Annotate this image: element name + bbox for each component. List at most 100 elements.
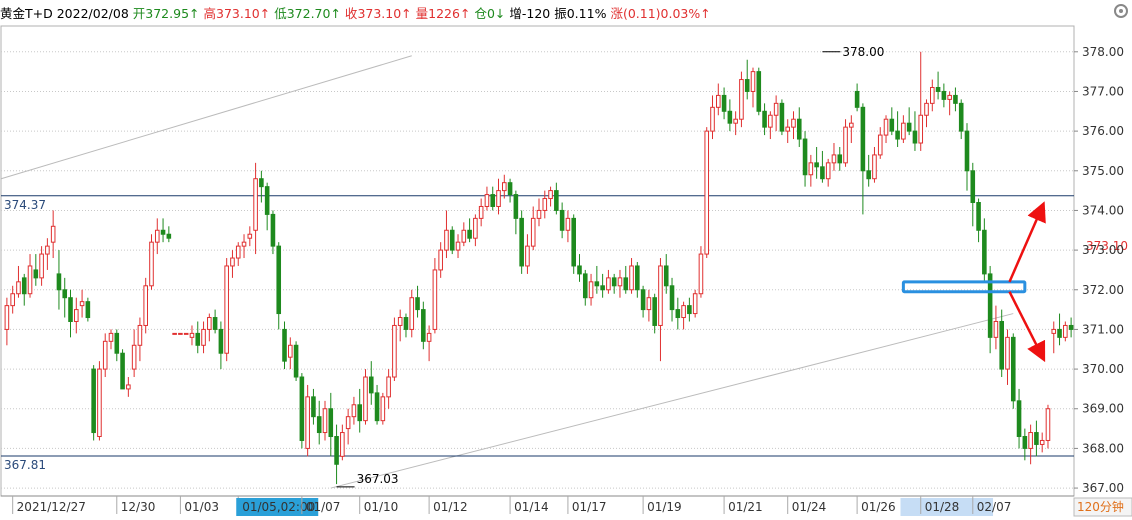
candle-body (877, 134, 883, 156)
annotations: 378.00367.03373.10 (336, 45, 1128, 488)
up-candle (241, 234, 247, 259)
candle-body (328, 408, 334, 438)
candle-body (4, 305, 10, 330)
down-candle (62, 277, 68, 318)
up-candle (143, 277, 148, 334)
down-candle (374, 384, 380, 425)
up-candle (1051, 321, 1057, 354)
candle-body (872, 154, 877, 180)
candle-body (606, 277, 611, 291)
candle-body (519, 217, 524, 267)
up-candle (230, 250, 235, 278)
candle-body (837, 154, 843, 164)
open-value: 372.95↑ (145, 6, 200, 21)
candle-body (299, 376, 305, 441)
quote-date: 2022/02/08 (56, 6, 129, 21)
candle-body (860, 106, 866, 172)
up-candle (322, 400, 328, 441)
candle-body (409, 297, 415, 330)
candle-body (137, 324, 143, 346)
up-candle (386, 369, 391, 409)
candle-body (542, 198, 548, 211)
candlestick-chart[interactable]: 374.37367.81 378.00367.03373.10 367.0036… (0, 0, 1132, 520)
max-marker-label: 378.00 (842, 45, 884, 59)
candle-body (571, 217, 576, 267)
down-candle (802, 131, 808, 187)
candle-body (1068, 324, 1074, 330)
candle-body (345, 416, 351, 430)
down-candle (906, 107, 912, 136)
candle-body (102, 340, 108, 370)
down-candle (779, 99, 785, 136)
timeframe-label[interactable]: 120分钟 (1077, 499, 1124, 514)
low-value: 372.70↑ (286, 6, 341, 21)
candle-body (1051, 328, 1057, 334)
down-candle (623, 265, 629, 294)
candle-body (895, 130, 900, 140)
up-candle (877, 127, 883, 159)
candle-body (507, 182, 513, 196)
price-grid (0, 25, 1075, 497)
down-candle (166, 226, 172, 243)
candle-body (750, 71, 756, 92)
candle-body (415, 297, 420, 311)
candle-body (669, 285, 675, 311)
up-candle (692, 289, 698, 318)
up-candle (496, 178, 501, 215)
y-tick-label: 377.00 (1082, 84, 1124, 98)
up-candle (438, 242, 443, 278)
candle-body (692, 293, 698, 315)
up-candle (918, 51, 924, 151)
up-candle (340, 424, 345, 461)
candle-body (854, 90, 860, 108)
down-candle (264, 182, 270, 231)
candle-body (496, 190, 501, 207)
candle-body (588, 281, 594, 299)
down-candle (663, 254, 669, 294)
y-tick-label: 378.00 (1082, 45, 1124, 59)
up-candle (149, 234, 154, 290)
down-candle (415, 285, 420, 318)
settings-gear-icon[interactable] (1114, 4, 1128, 18)
up-candle (698, 246, 704, 298)
down-candle (999, 309, 1004, 378)
increase-value: 增-120 (509, 6, 551, 21)
candle-body (912, 130, 918, 144)
candle-body (964, 130, 970, 172)
up-candle (542, 190, 548, 219)
candle-body (600, 285, 605, 291)
candle-body (773, 102, 779, 116)
y-tick-label: 372.00 (1082, 283, 1124, 297)
candle-body (270, 213, 276, 247)
candle-body (681, 305, 686, 319)
x-tick-label: 01/07 (306, 500, 341, 514)
candle-body (525, 245, 530, 267)
candle-body (478, 205, 484, 219)
down-candle (675, 297, 681, 330)
up-candle (137, 317, 143, 362)
candle-body (403, 317, 409, 330)
candle-body (195, 332, 201, 346)
candle-body (374, 392, 380, 422)
up-candle (473, 214, 478, 247)
candle-body (62, 289, 68, 299)
candle-body (721, 94, 727, 112)
candle-body (993, 320, 999, 338)
candle-body (172, 332, 177, 335)
up-candle (183, 332, 189, 335)
up-candle (108, 329, 114, 350)
up-candle (345, 408, 351, 445)
candle-body (305, 396, 310, 449)
candle-body (473, 217, 478, 239)
close-label: 收 (344, 6, 358, 21)
candle-body (958, 102, 964, 132)
down-candle (513, 190, 519, 235)
up-candle (444, 210, 449, 259)
up-candle (1063, 321, 1068, 342)
up-candle (392, 317, 397, 381)
candle-body (1063, 324, 1068, 338)
candle-body (316, 416, 322, 434)
candle-body (276, 245, 282, 315)
down-candle (976, 198, 981, 243)
candle-body (785, 126, 790, 132)
